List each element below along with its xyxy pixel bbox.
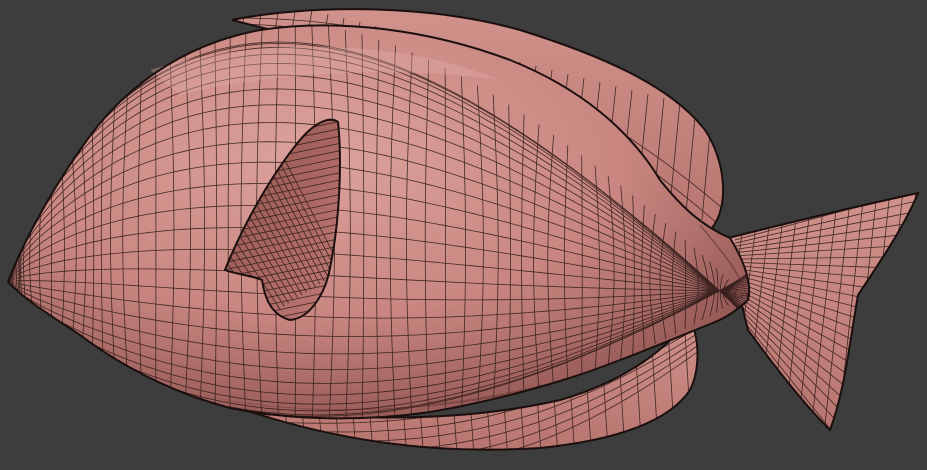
fish-model[interactable] (0, 0, 927, 470)
3d-viewport[interactable] (0, 0, 927, 470)
